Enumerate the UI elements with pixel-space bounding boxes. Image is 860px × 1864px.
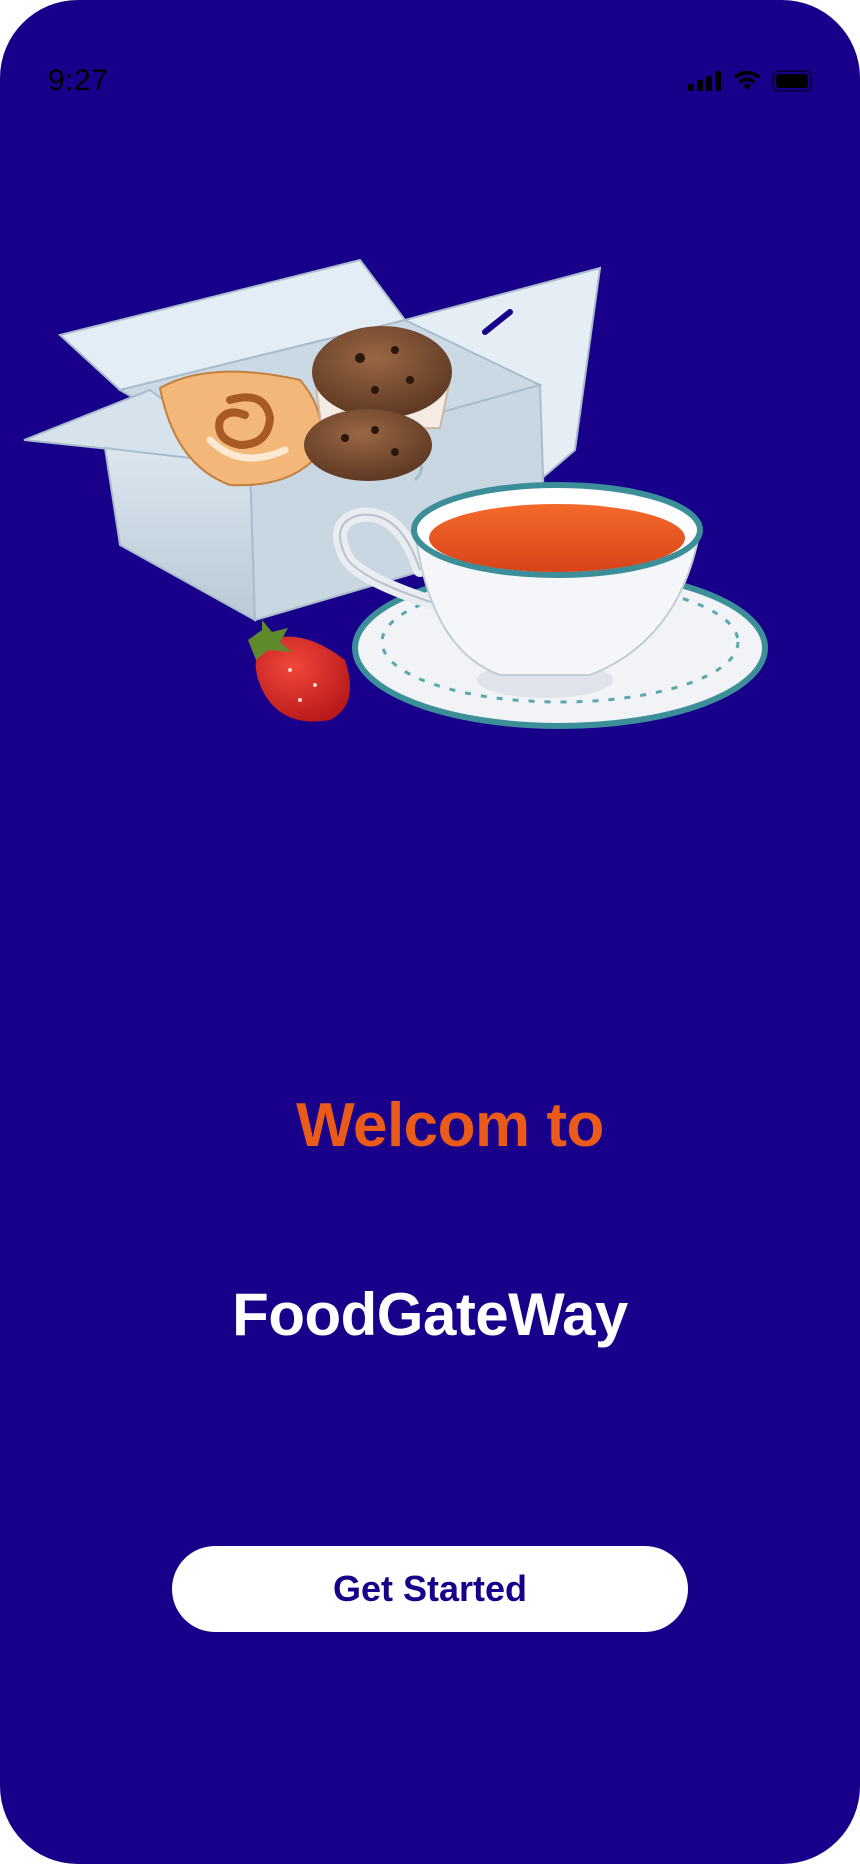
status-time: 9:27: [48, 64, 109, 97]
hero-illustration: [0, 240, 860, 780]
battery-icon: [772, 70, 816, 97]
app-name-title: FoodGateWay: [232, 1281, 628, 1348]
wifi-icon: [732, 70, 762, 97]
muffin-icon: [304, 409, 432, 481]
phone-screen: 9:27 Welcom to FoodGateWay Get Started: [0, 0, 860, 1864]
welcome-heading: Welcom to: [296, 1091, 604, 1160]
status-icons: [688, 70, 816, 97]
get-started-button[interactable]: Get Started: [172, 1546, 688, 1632]
strawberry-icon: [248, 620, 350, 722]
status-bar: 9:27: [0, 0, 860, 120]
signal-icon: [688, 71, 722, 96]
